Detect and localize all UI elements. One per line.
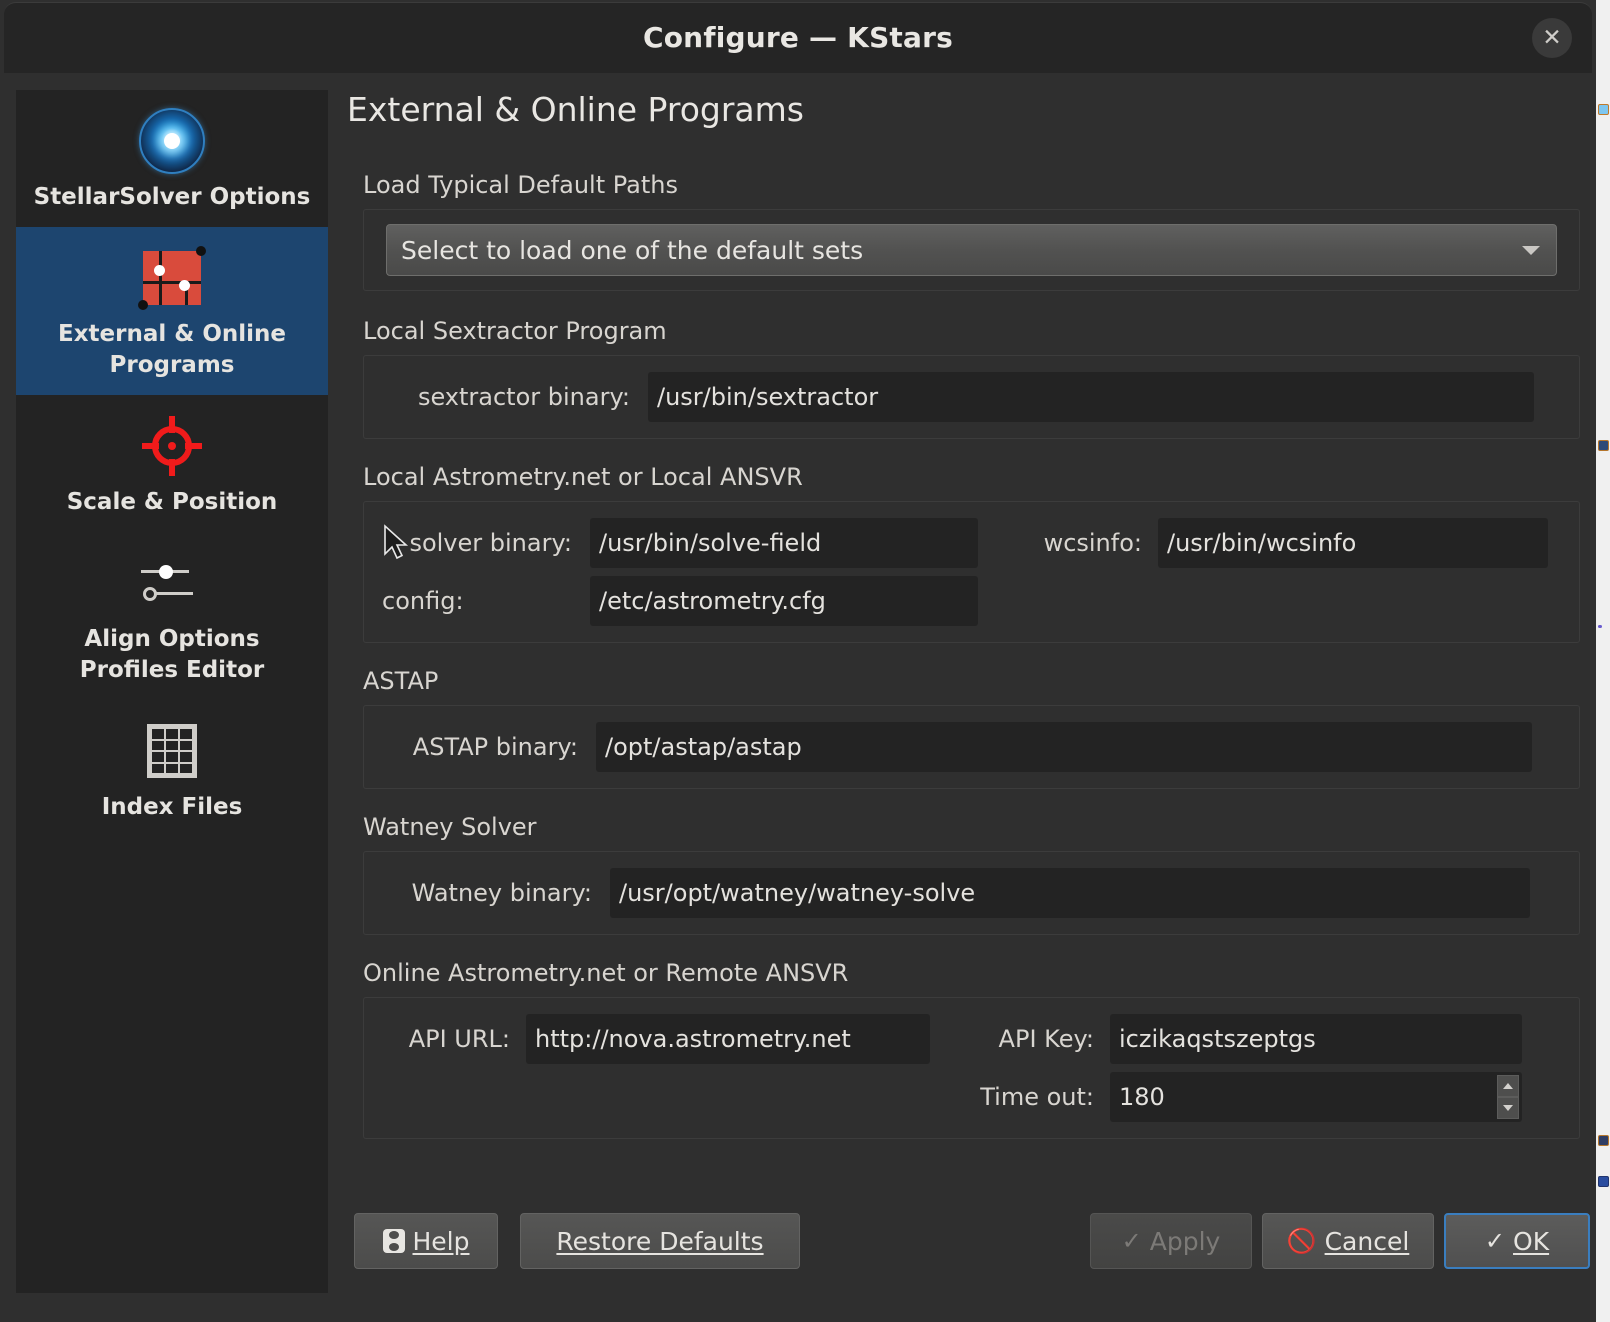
wcsinfo-input[interactable] [1158,518,1548,568]
timeout-stepper[interactable] [1110,1072,1522,1122]
ok-button[interactable]: ✓ OK [1444,1213,1590,1269]
section-title-default-paths: Load Typical Default Paths [363,171,1580,199]
group-astap: ASTAP binary: [363,705,1580,789]
prohibited-icon: 🚫 [1287,1229,1317,1253]
cancel-button[interactable]: 🚫 Cancel [1262,1213,1434,1269]
section-title-online-astrometry: Online Astrometry.net or Remote ANSVR [363,959,1580,987]
sidebar-item-external-online-programs[interactable]: External & Online Programs [16,227,328,395]
help-icon [383,1229,405,1253]
timeout-input[interactable] [1110,1072,1522,1122]
api-key-input[interactable] [1110,1014,1522,1064]
close-icon[interactable]: ✕ [1532,18,1572,58]
chevron-down-icon [1522,246,1540,255]
config-label: config: [382,587,572,615]
section-title-sextractor: Local Sextractor Program [363,317,1580,345]
restore-defaults-button[interactable]: Restore Defaults [520,1213,800,1269]
sidebar-item-scale-position[interactable]: Scale & Position [16,395,328,532]
default-paths-combobox-value: Select to load one of the default sets [401,236,863,265]
section-title-astrometry: Local Astrometry.net or Local ANSVR [363,463,1580,491]
check-icon: ✓ [1485,1229,1505,1253]
group-watney: Watney binary: [363,851,1580,935]
section-title-astap: ASTAP [363,667,1580,695]
config-input[interactable] [590,576,978,626]
sidebar: StellarSolver Options External & Online … [16,90,328,1293]
wcsinfo-label: wcsinfo: [1002,529,1142,557]
sidebar-item-label: Index Files [16,792,328,823]
solver-binary-label: solver binary: [382,529,572,557]
check-icon: ✓ [1122,1229,1142,1253]
window-title: Configure — KStars [4,3,1592,73]
cancel-button-label: Cancel [1325,1227,1410,1256]
sidebar-item-label: Align Options Profiles Editor [16,624,328,686]
configure-dialog: Configure — KStars ✕ StellarSolver Optio… [0,0,1596,1322]
timeout-label: Time out: [950,1083,1094,1111]
background-icon-4 [1598,1135,1609,1146]
sidebar-item-label: StellarSolver Options [16,182,328,213]
timeout-stepper-buttons[interactable] [1497,1075,1519,1119]
watney-binary-input[interactable] [610,868,1530,918]
external-programs-icon [16,243,328,313]
group-default-paths: Select to load one of the default sets [363,209,1580,291]
sextractor-binary-input[interactable] [648,372,1534,422]
group-astrometry: solver binary: wcsinfo: config: [363,501,1580,643]
background-icon-2 [1598,440,1609,451]
api-url-label: API URL: [382,1025,510,1053]
astap-binary-input[interactable] [596,722,1532,772]
api-url-input[interactable] [526,1014,930,1064]
background-icon-1 [1598,104,1609,115]
sextractor-binary-label: sextractor binary: [382,383,630,411]
group-sextractor: sextractor binary: [363,355,1580,439]
apply-button[interactable]: ✓ Apply [1090,1213,1252,1269]
apply-button-label: Apply [1150,1227,1221,1256]
restore-defaults-button-label: Restore Defaults [556,1227,763,1256]
main-content: External & Online Programs Load Typical … [344,90,1580,1190]
group-online-astrometry: API URL: API Key: Time out: [363,997,1580,1139]
background-icon-3 [1598,625,1602,628]
api-key-label: API Key: [950,1025,1094,1053]
watney-binary-label: Watney binary: [382,879,592,907]
solver-binary-input[interactable] [590,518,978,568]
sidebar-item-label: External & Online Programs [16,319,328,381]
default-paths-combobox[interactable]: Select to load one of the default sets [386,224,1557,276]
section-title-watney: Watney Solver [363,813,1580,841]
title-bar: Configure — KStars ✕ [4,2,1592,73]
sidebar-item-index-files[interactable]: Index Files [16,700,328,837]
astap-binary-label: ASTAP binary: [382,733,578,761]
background-window-strip [1596,0,1610,1322]
help-button-label: Help [413,1227,470,1256]
grid-icon [16,716,328,786]
sidebar-item-align-options-profiles-editor[interactable]: Align Options Profiles Editor [16,532,328,700]
stepper-down-icon[interactable] [1497,1097,1519,1119]
stepper-up-icon[interactable] [1497,1075,1519,1097]
page-title: External & Online Programs [347,90,1580,129]
ok-button-label: OK [1513,1227,1549,1256]
sidebar-item-label: Scale & Position [16,487,328,518]
background-icon-5 [1598,1176,1609,1187]
sliders-icon [16,548,328,618]
help-button[interactable]: Help [354,1213,498,1269]
crosshair-icon [16,411,328,481]
sidebar-item-stellarsolver-options[interactable]: StellarSolver Options [16,90,328,227]
star-icon [16,106,328,176]
dialog-button-bar: Help Restore Defaults ✓ Apply 🚫 Cancel ✓… [344,1213,1580,1269]
